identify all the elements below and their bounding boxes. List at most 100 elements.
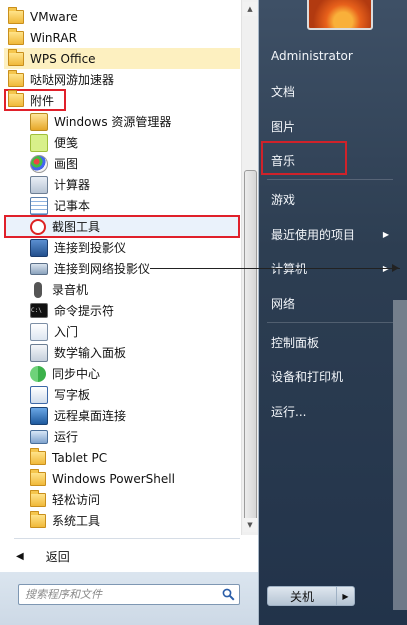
program-label: 入门 (54, 325, 79, 339)
devices-printers-link[interactable]: 设备和打印机 (271, 367, 343, 385)
paint-icon (30, 154, 48, 173)
program-label: WinRAR (30, 30, 77, 45)
program-item-wps-office[interactable]: WPS Office (4, 48, 240, 69)
program-label: Tablet PC (52, 450, 108, 465)
devices-printers-label: 设备和打印机 (271, 369, 344, 384)
program-item-powershell[interactable]: Windows PowerShell (30, 468, 238, 489)
program-item-wordpad[interactable]: 写字板 (30, 384, 238, 405)
folder-icon (8, 6, 24, 24)
program-item-notepad[interactable]: 记事本 (30, 195, 238, 216)
search-icon[interactable] (222, 588, 235, 601)
control-panel-label: 控制面板 (271, 335, 320, 350)
sync-center-icon (30, 365, 46, 382)
program-label: VMware (30, 9, 78, 24)
programs-panel: VMware WinRAR WPS Office 哒哒网游加速器 附件 Wind… (0, 0, 259, 625)
calculator-icon (30, 175, 48, 194)
program-label: 记事本 (54, 199, 91, 213)
user-name: Administrator (271, 49, 353, 63)
program-label: 连接到网络投影仪 (54, 262, 151, 276)
program-label: 截图工具 (52, 220, 101, 234)
program-label: 运行 (54, 430, 79, 444)
search-input[interactable] (19, 585, 231, 604)
scroll-up-button[interactable]: ▲ (243, 2, 257, 16)
back-button[interactable]: ◀ 返回 (0, 545, 240, 567)
program-item-snipping-tool[interactable]: 截图工具 (4, 215, 240, 238)
search-area (0, 572, 258, 625)
back-label: 返回 (45, 549, 70, 564)
program-label: 数学输入面板 (54, 346, 127, 360)
games-label: 游戏 (271, 192, 296, 207)
program-label: 画图 (54, 157, 79, 171)
program-item-system-tools[interactable]: 系统工具 (30, 510, 238, 531)
sticky-notes-icon (30, 133, 48, 152)
recent-items-link[interactable]: 最近使用的项目 ▶ (271, 225, 397, 243)
program-label: 连接到投影仪 (54, 241, 127, 255)
program-item-windows-explorer[interactable]: Windows 资源管理器 (30, 111, 238, 132)
program-item-paint[interactable]: 画图 (30, 153, 238, 174)
command-prompt-icon: C:\ (30, 303, 48, 318)
network-link[interactable]: 网络 (271, 294, 295, 312)
folder-icon (8, 27, 24, 45)
search-box[interactable] (18, 584, 240, 605)
divider (14, 538, 240, 539)
run-label: 运行... (271, 404, 307, 419)
documents-link[interactable]: 文档 (271, 82, 295, 100)
program-item-tablet-pc[interactable]: Tablet PC (30, 447, 238, 468)
control-panel-link[interactable]: 控制面板 (271, 333, 319, 351)
program-item-connect-projector[interactable]: 连接到投影仪 (30, 237, 238, 258)
annotation-line (150, 268, 400, 269)
program-item-vmware[interactable]: VMware (8, 6, 238, 27)
program-label: 远程桌面连接 (54, 409, 127, 423)
program-item-accessories[interactable]: 附件 (4, 89, 66, 111)
program-item-sound-recorder[interactable]: 录音机 (30, 279, 238, 300)
background-window-edge (393, 300, 407, 610)
folder-icon (8, 90, 24, 107)
folder-icon (30, 510, 46, 528)
annotation-arrow-icon (392, 264, 399, 272)
pictures-label: 图片 (271, 119, 296, 134)
divider (267, 322, 393, 323)
program-item-accelerator[interactable]: 哒哒网游加速器 (8, 69, 238, 90)
network-label: 网络 (271, 296, 296, 311)
program-item-sticky-notes[interactable]: 便笺 (30, 132, 238, 153)
run-link[interactable]: 运行... (271, 402, 306, 420)
program-label: WPS Office (30, 51, 96, 66)
projector-icon (30, 238, 48, 257)
program-label: Windows 资源管理器 (54, 115, 172, 129)
program-item-remote-desktop[interactable]: 远程桌面连接 (30, 405, 238, 426)
program-label: Windows PowerShell (52, 471, 175, 486)
program-item-run[interactable]: 运行 (30, 426, 238, 447)
scroll-down-button[interactable]: ▼ (243, 518, 257, 532)
program-label: 便笺 (54, 136, 79, 150)
user-avatar[interactable] (307, 0, 373, 30)
math-input-icon (30, 343, 48, 362)
snipping-tool-icon (30, 218, 46, 235)
run-icon (30, 429, 48, 444)
program-item-getting-started[interactable]: 入门 (30, 321, 238, 342)
games-link[interactable]: 游戏 (271, 190, 295, 208)
user-name-link[interactable]: Administrator (271, 47, 353, 65)
shutdown-button[interactable]: 关机 (267, 586, 337, 606)
start-menu-right-pane: Administrator 文档 图片 音乐 游戏 最近使用的项目 ▶ 计算机 … (259, 0, 407, 625)
folder-icon (30, 447, 46, 465)
annotation-box (261, 141, 347, 175)
shutdown-options-button[interactable]: ▶ (337, 586, 355, 606)
network-projector-icon (30, 262, 48, 275)
program-label: 系统工具 (52, 514, 101, 528)
submenu-arrow-icon: ▶ (382, 229, 389, 239)
program-item-calculator[interactable]: 计算器 (30, 174, 238, 195)
microphone-icon (34, 281, 42, 298)
pictures-link[interactable]: 图片 (271, 117, 295, 135)
program-item-command-prompt[interactable]: C:\ 命令提示符 (30, 300, 238, 321)
program-item-math-input[interactable]: 数学输入面板 (30, 342, 238, 363)
program-item-winrar[interactable]: WinRAR (8, 27, 238, 48)
scrollbar-thumb[interactable] (244, 170, 257, 527)
folder-icon (8, 48, 24, 66)
notepad-icon (30, 196, 48, 215)
program-item-ease-of-access[interactable]: 轻松访问 (30, 489, 238, 510)
program-item-sync-center[interactable]: 同步中心 (30, 363, 238, 384)
explorer-icon (30, 112, 48, 131)
divider (267, 179, 393, 180)
program-label: 轻松访问 (52, 493, 101, 507)
program-label: 同步中心 (52, 367, 101, 381)
